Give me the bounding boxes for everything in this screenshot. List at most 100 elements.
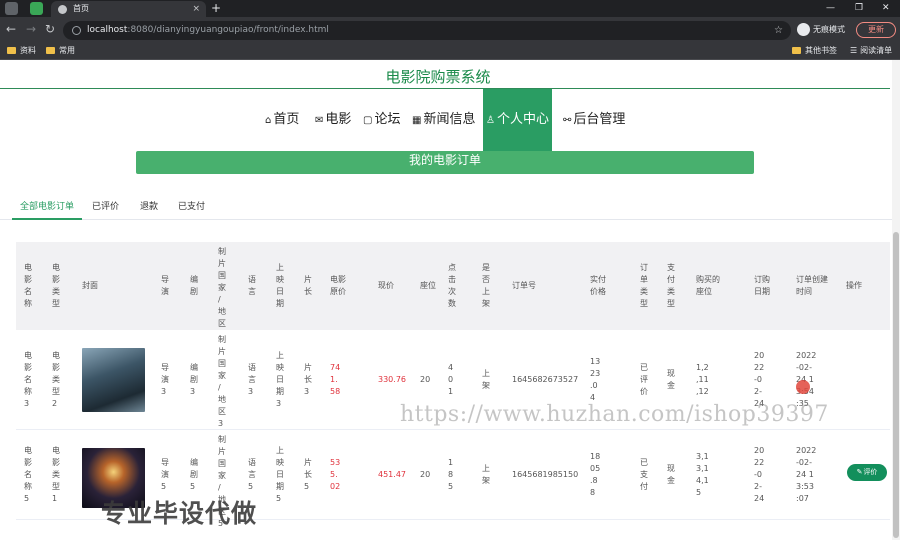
cell-listed: 上 架 (482, 464, 490, 485)
column-header: 订单号 (512, 281, 536, 290)
address-bar[interactable]: localhost:8080/dianyingyuangoupiao/front… (63, 21, 791, 40)
cell-name: 电 影 名 称 3 (24, 351, 32, 408)
restore-button[interactable]: ❐ (855, 0, 863, 16)
site-title: 电影院购票系统 (385, 68, 491, 86)
site-info-icon[interactable] (72, 26, 81, 35)
cell-order-date: 20 22 -0 2- 24 (754, 351, 765, 408)
browser-menu-icon[interactable] (5, 2, 18, 15)
column-header: 电 影 类 型 (52, 263, 60, 308)
tab-rated[interactable]: 已评价 (92, 196, 119, 220)
cell-length: 片 长 3 (304, 363, 312, 396)
cell-pay-type: 现 金 (667, 464, 675, 485)
cell-director: 导 演 5 (161, 458, 169, 491)
nav-movies[interactable]: ✉ 电影 (315, 89, 351, 151)
cell-original-price: 74 1. 58 (330, 363, 341, 396)
reading-list-button[interactable]: ☰ 阅读清单 (850, 43, 892, 59)
movie-cover-image[interactable] (82, 348, 145, 412)
browser-tabstrip: 首页 × + — ❐ ✕ (0, 0, 900, 17)
cell-type: 电 影 类 型 1 (52, 446, 60, 503)
bookmark-folder-changyong[interactable]: 常用 (46, 43, 75, 59)
scrollbar-thumb[interactable] (893, 232, 899, 538)
cell-order-no: 1645681985150 (512, 470, 579, 479)
cell-length: 片 长 5 (304, 458, 312, 491)
column-header: 语 言 (248, 275, 256, 296)
column-header: 编 剧 (190, 275, 198, 296)
cell-order-type: 已 评 价 (640, 363, 648, 396)
cell-country: 制 片 国 家 / 地 区 3 (218, 335, 226, 428)
reload-button[interactable]: ↻ (45, 22, 55, 36)
column-header: 是 否 上 架 (482, 263, 490, 308)
column-header: 操作 (846, 281, 862, 290)
column-header: 封面 (82, 281, 98, 290)
column-header: 电 影 名 称 (24, 263, 32, 308)
cell-writer: 编 剧 3 (190, 363, 198, 396)
user-icon: ♙ (486, 115, 495, 126)
update-button[interactable]: 更新 (856, 22, 896, 38)
cell-paid: 18 05 .8 8 (590, 452, 601, 497)
column-header: 订购 日期 (754, 275, 770, 296)
tab-refund[interactable]: 退款 (140, 196, 158, 220)
rate-button-label: 评价 (863, 468, 878, 476)
cell-writer: 编 剧 5 (190, 458, 198, 491)
cell-price: 330.76 (378, 375, 406, 384)
main-nav: ⌂ 首页 ✉ 电影 ▢ 论坛 ▦ 新闻信息 ♙ 个人中心 ⚯ 后台管理 (0, 89, 900, 151)
cell-type: 电 影 类 型 2 (52, 351, 60, 408)
forward-button[interactable]: → (26, 22, 36, 36)
incognito-icon (797, 23, 810, 36)
nav-personal-center[interactable]: ♙ 个人中心 (483, 89, 552, 151)
nav-home[interactable]: ⌂ 首页 (265, 89, 299, 151)
cell-name: 电 影 名 称 5 (24, 446, 32, 503)
nav-admin[interactable]: ⚯ 后台管理 (563, 89, 625, 151)
cursor-highlight (796, 380, 810, 394)
incognito-label: 无痕模式 (813, 25, 845, 34)
nav-forum[interactable]: ▢ 论坛 (363, 89, 400, 151)
cell-director: 导 演 3 (161, 363, 169, 396)
url-path: :8080/dianyingyuangoupiao/front/index.ht… (127, 25, 329, 35)
cell-language: 语 言 3 (248, 363, 256, 396)
url-host: localhost (87, 25, 128, 35)
column-header: 点 击 次 数 (448, 263, 456, 308)
bookmarks-bar: 资料 常用 其他书签 ☰ 阅读清单 (0, 43, 900, 60)
tab-all-orders[interactable]: 全部电影订单 (12, 196, 83, 220)
square-icon: ▢ (363, 115, 373, 126)
tab-close-icon[interactable]: × (192, 1, 200, 17)
reading-list-icon: ☰ (850, 46, 858, 55)
column-header: 电影 原价 (330, 275, 346, 296)
rate-button[interactable]: ✎评价 (847, 464, 887, 481)
close-window-button[interactable]: ✕ (882, 0, 890, 16)
browser-tab[interactable]: 首页 × (51, 1, 206, 17)
envelope-icon: ✉ (315, 115, 324, 126)
column-header: 订单创建 时间 (796, 275, 828, 296)
column-header: 导 演 (161, 275, 169, 296)
new-tab-button[interactable]: + (211, 0, 221, 16)
minimize-button[interactable]: — (826, 0, 835, 16)
cell-clicks: 4 0 1 (448, 363, 454, 396)
incognito-indicator[interactable]: 无痕模式 (797, 23, 845, 37)
cell-price: 451.47 (378, 470, 406, 479)
bookmark-star-icon[interactable]: ☆ (774, 21, 783, 40)
back-button[interactable]: ← (6, 22, 16, 36)
bookmark-folder-ziliao[interactable]: 资料 (7, 43, 36, 59)
column-header: 制 片 国 家 / 地 区 (218, 247, 226, 328)
column-header: 实付 价格 (590, 275, 606, 296)
column-header: 购买的 座位 (696, 275, 720, 296)
cell-original-price: 53 5. 02 (330, 458, 341, 491)
folder-icon (46, 47, 55, 54)
cell-clicks: 1 8 5 (448, 458, 454, 491)
watermark-text: https://www.huzhan.com/ishop39397 (400, 402, 829, 427)
tab-title: 首页 (73, 4, 89, 13)
cell-release: 上 映 日 期 5 (276, 446, 284, 503)
cell-pay-type: 现 金 (667, 369, 675, 390)
sheets-app-icon[interactable] (30, 2, 43, 15)
column-header: 支 付 类 型 (667, 263, 675, 308)
column-header: 订 单 类 型 (640, 263, 648, 308)
tab-paid[interactable]: 已支付 (178, 196, 205, 220)
cell-seats-bought: 1,2 ,11 ,12 (696, 363, 709, 396)
globe-icon (58, 5, 67, 14)
nav-news[interactable]: ▦ 新闻信息 (412, 89, 475, 151)
bookmark-folder-other[interactable]: 其他书签 (792, 43, 837, 59)
folder-icon (7, 47, 16, 54)
cell-created: 2022 -02- 24 1 3:53 :07 (796, 446, 817, 503)
column-header: 座位 (420, 281, 436, 290)
edit-icon: ✎ (856, 468, 863, 476)
